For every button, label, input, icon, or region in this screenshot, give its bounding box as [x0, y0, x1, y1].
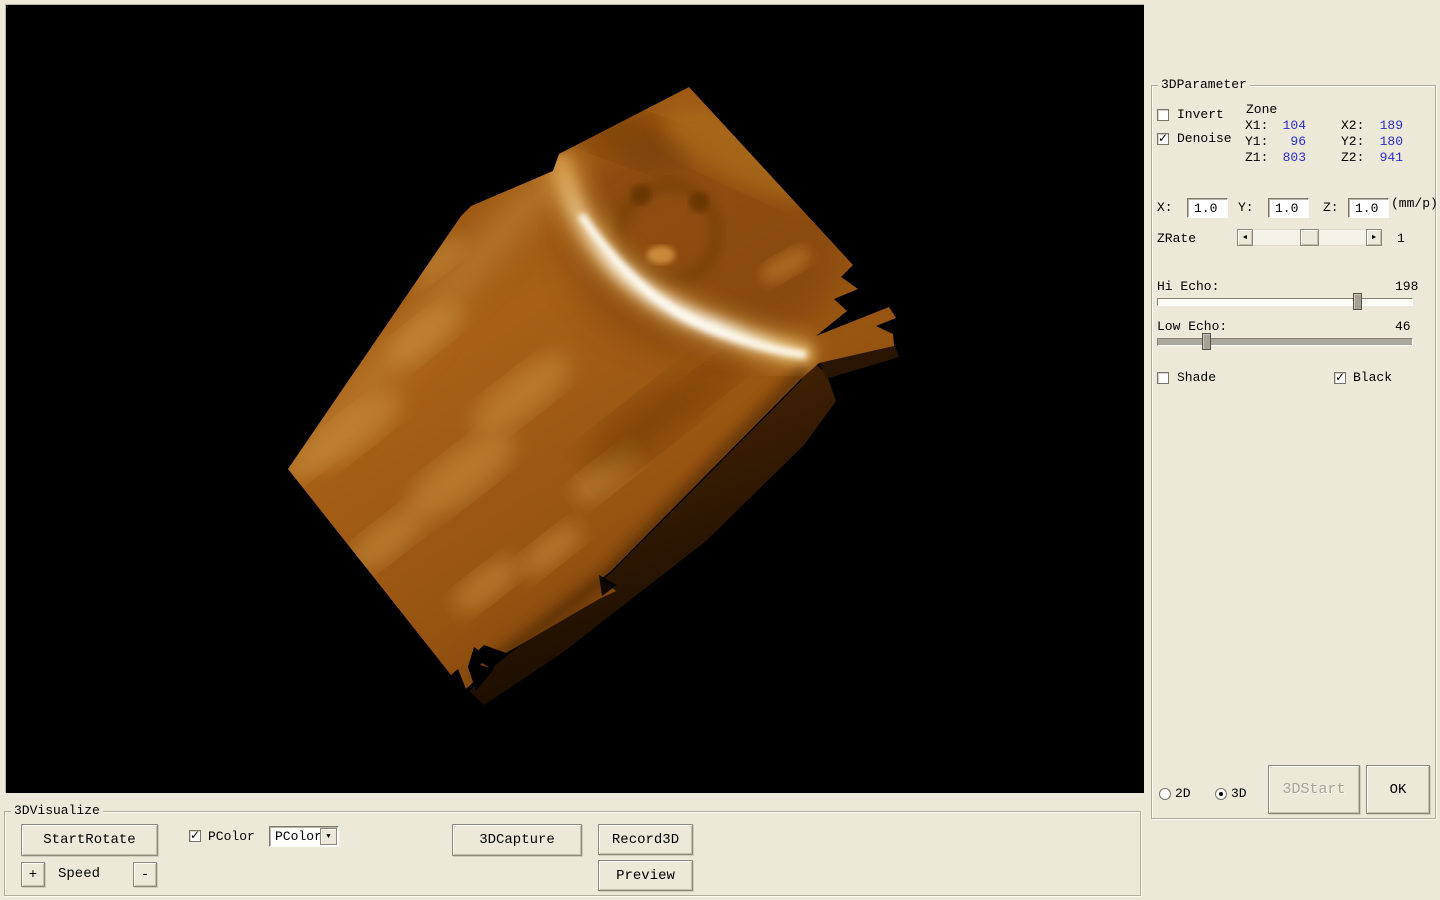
viz-panel: 3DVisualize StartRotate + Speed - ✓ PCol…	[4, 811, 1141, 896]
denoise-label: Denoise	[1177, 131, 1232, 147]
record-button[interactable]: Record3D	[598, 824, 693, 855]
scroll-left-icon: ◄	[1243, 234, 1247, 242]
preview-button[interactable]: Preview	[598, 860, 693, 891]
render-viewport[interactable]	[5, 4, 1144, 793]
zone-z2-label: Z2:	[1341, 150, 1364, 166]
checkmark-icon: ✓	[1158, 131, 1168, 145]
zrate-scroll-left-button[interactable]: ◄	[1237, 229, 1253, 246]
zone-y2-value: 180	[1362, 134, 1403, 150]
capture-button[interactable]: 3DCapture	[452, 824, 582, 856]
hi-echo-track[interactable]	[1157, 298, 1413, 306]
speed-label: Speed	[58, 866, 100, 882]
ultrasound-3d-render	[6, 5, 1145, 794]
zrate-scroll-right-button[interactable]: ►	[1366, 229, 1382, 246]
invert-checkbox[interactable]	[1157, 109, 1169, 121]
ok-button[interactable]: OK	[1366, 765, 1430, 814]
zone-y2-label: Y2:	[1341, 134, 1364, 150]
mode-3d-radio[interactable]	[1215, 788, 1227, 800]
pcolor-dropdown-button[interactable]: ▼	[320, 828, 337, 845]
param-panel: 3DParameter Invert ✓ Denoise Zone X1: 10…	[1151, 85, 1436, 819]
checkmark-icon: ✓	[1335, 370, 1345, 384]
pcolor-label: PColor	[208, 829, 255, 845]
mode-3d-label: 3D	[1231, 786, 1247, 802]
speed-minus-button[interactable]: -	[133, 862, 157, 887]
mode-2d-radio[interactable]	[1159, 788, 1171, 800]
param-panel-title: 3DParameter	[1158, 77, 1250, 93]
black-label: Black	[1353, 370, 1392, 386]
zone-x1-value: 104	[1265, 118, 1306, 134]
zone-title: Zone	[1246, 102, 1277, 118]
shade-label: Shade	[1177, 370, 1216, 386]
scale-unit-label: (mm/p)	[1391, 196, 1438, 212]
zone-z2-value: 941	[1362, 150, 1403, 166]
scale-y-label: Y:	[1238, 200, 1254, 216]
denoise-checkbox[interactable]: ✓	[1157, 133, 1169, 145]
hi-echo-thumb[interactable]	[1353, 293, 1362, 310]
radio-dot-icon	[1219, 792, 1223, 796]
scale-x-label: X:	[1157, 200, 1173, 216]
zone-y1-value: 96	[1265, 134, 1306, 150]
scale-y-input[interactable]	[1268, 198, 1309, 218]
pcolor-dropdown-value: PColor	[275, 829, 322, 844]
scale-z-label: Z:	[1323, 200, 1339, 216]
app-window: 3DParameter Invert ✓ Denoise Zone X1: 10…	[0, 0, 1440, 900]
low-echo-track[interactable]	[1157, 338, 1413, 346]
pcolor-dropdown[interactable]: PColor ▼	[269, 826, 339, 847]
zrate-value: 1	[1397, 231, 1405, 247]
start-rotate-button[interactable]: StartRotate	[21, 824, 158, 856]
invert-label: Invert	[1177, 107, 1224, 123]
zrate-scroll-thumb[interactable]	[1300, 229, 1319, 246]
shade-checkbox[interactable]	[1157, 372, 1169, 384]
start3d-button: 3DStart	[1268, 765, 1360, 814]
viz-panel-title: 3DVisualize	[11, 803, 103, 819]
scale-x-input[interactable]	[1187, 198, 1228, 218]
low-echo-slider[interactable]	[1157, 333, 1413, 350]
low-echo-thumb[interactable]	[1202, 333, 1211, 350]
zrate-label: ZRate	[1157, 231, 1196, 247]
black-checkbox[interactable]: ✓	[1334, 372, 1346, 384]
scroll-right-icon: ►	[1372, 234, 1376, 242]
checkmark-icon: ✓	[190, 828, 200, 842]
zrate-scrollbar[interactable]: ◄ ►	[1237, 229, 1382, 246]
speed-plus-button[interactable]: +	[21, 862, 45, 887]
zone-x2-label: X2:	[1341, 118, 1364, 134]
zone-x2-value: 189	[1362, 118, 1403, 134]
zone-z1-value: 803	[1265, 150, 1306, 166]
hi-echo-slider[interactable]	[1157, 293, 1413, 310]
mode-2d-label: 2D	[1175, 786, 1191, 802]
chevron-down-icon: ▼	[326, 833, 330, 841]
scale-z-input[interactable]	[1348, 198, 1389, 218]
pcolor-checkbox[interactable]: ✓	[189, 830, 201, 842]
